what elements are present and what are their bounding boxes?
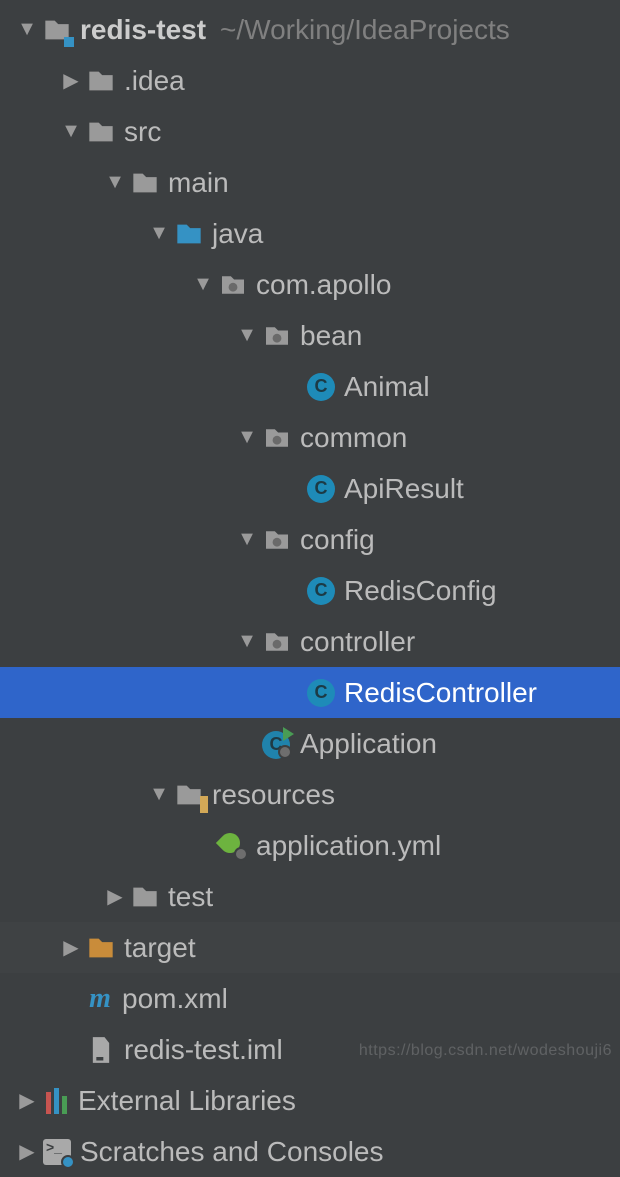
- package-icon: [262, 525, 292, 555]
- expand-arrow-icon[interactable]: ▶: [106, 884, 124, 909]
- tree-node-label: RedisController: [344, 677, 537, 709]
- tree-node-label: src: [124, 116, 161, 148]
- tree-node-pkg[interactable]: ▼ com.apollo: [0, 259, 620, 310]
- expand-arrow-icon[interactable]: ▶: [18, 1139, 36, 1164]
- tree-node-label: Scratches and Consoles: [80, 1136, 384, 1168]
- collapse-arrow-icon[interactable]: ▼: [150, 783, 168, 806]
- tree-node-label: ApiResult: [344, 473, 464, 505]
- tree-node-label: java: [212, 218, 263, 250]
- tree-node-src[interactable]: ▼ src: [0, 106, 620, 157]
- scratches-icon: [42, 1137, 72, 1167]
- tree-node-label: RedisConfig: [344, 575, 497, 607]
- class-icon: C: [306, 678, 336, 708]
- tree-node-scratches[interactable]: ▶ Scratches and Consoles: [0, 1126, 620, 1177]
- package-icon: [262, 627, 292, 657]
- collapse-arrow-icon[interactable]: ▼: [194, 273, 212, 296]
- tree-node-idea[interactable]: ▶ .idea: [0, 55, 620, 106]
- source-folder-icon: [174, 219, 204, 249]
- package-icon: [262, 423, 292, 453]
- tree-node-controller[interactable]: ▼ controller: [0, 616, 620, 667]
- file-icon: [86, 1035, 116, 1065]
- tree-node-resources[interactable]: ▼ resources: [0, 769, 620, 820]
- tree-node-animal[interactable]: C Animal: [0, 361, 620, 412]
- folder-icon: [130, 882, 160, 912]
- spring-config-icon: [218, 831, 248, 861]
- collapse-arrow-icon[interactable]: ▼: [106, 171, 124, 194]
- tree-node-label: bean: [300, 320, 362, 352]
- class-icon: C: [306, 576, 336, 606]
- tree-node-label: application.yml: [256, 830, 441, 862]
- tree-node-label: redis-test: [80, 14, 206, 46]
- tree-node-label: target: [124, 932, 196, 964]
- tree-node-label: resources: [212, 779, 335, 811]
- collapse-arrow-icon[interactable]: ▼: [238, 426, 256, 449]
- tree-node-label: Application: [300, 728, 437, 760]
- folder-icon: [130, 168, 160, 198]
- tree-node-main[interactable]: ▼ main: [0, 157, 620, 208]
- tree-node-config[interactable]: ▼ config: [0, 514, 620, 565]
- collapse-arrow-icon[interactable]: ▼: [238, 324, 256, 347]
- collapse-arrow-icon[interactable]: ▼: [238, 528, 256, 551]
- resources-folder-icon: [174, 780, 204, 810]
- collapse-arrow-icon[interactable]: ▼: [62, 120, 80, 143]
- tree-node-label: test: [168, 881, 213, 913]
- tree-node-libs[interactable]: ▶ External Libraries: [0, 1075, 620, 1126]
- package-icon: [218, 270, 248, 300]
- maven-icon: m: [86, 985, 114, 1013]
- tree-node-appyml[interactable]: application.yml: [0, 820, 620, 871]
- module-folder-icon: [42, 15, 72, 45]
- libraries-icon: [42, 1088, 70, 1114]
- tree-node-label: .idea: [124, 65, 185, 97]
- tree-node-label: External Libraries: [78, 1085, 296, 1117]
- package-icon: [262, 321, 292, 351]
- tree-node-target[interactable]: ▶ target: [0, 922, 620, 973]
- target-folder-icon: [86, 933, 116, 963]
- folder-icon: [86, 66, 116, 96]
- watermark-text: https://blog.csdn.net/wodeshouji6: [359, 1042, 612, 1060]
- collapse-arrow-icon[interactable]: ▼: [238, 630, 256, 653]
- tree-node-label: pom.xml: [122, 983, 228, 1015]
- tree-node-label: redis-test.iml: [124, 1034, 283, 1066]
- tree-node-label: controller: [300, 626, 415, 658]
- folder-icon: [86, 117, 116, 147]
- tree-node-label: main: [168, 167, 229, 199]
- tree-node-rediscontroller[interactable]: C RedisController: [0, 667, 620, 718]
- tree-node-redisconfig[interactable]: C RedisConfig: [0, 565, 620, 616]
- collapse-arrow-icon[interactable]: ▼: [18, 18, 36, 41]
- tree-node-java[interactable]: ▼ java: [0, 208, 620, 259]
- expand-arrow-icon[interactable]: ▶: [62, 68, 80, 93]
- tree-node-root[interactable]: ▼ redis-test ~/Working/IdeaProjects: [0, 4, 620, 55]
- application-icon: C: [262, 729, 292, 759]
- expand-arrow-icon[interactable]: ▶: [18, 1088, 36, 1113]
- path-hint: ~/Working/IdeaProjects: [220, 14, 510, 46]
- tree-node-apiresult[interactable]: C ApiResult: [0, 463, 620, 514]
- class-icon: C: [306, 372, 336, 402]
- tree-node-label: com.apollo: [256, 269, 391, 301]
- tree-node-common[interactable]: ▼ common: [0, 412, 620, 463]
- tree-node-bean[interactable]: ▼ bean: [0, 310, 620, 361]
- collapse-arrow-icon[interactable]: ▼: [150, 222, 168, 245]
- tree-node-application[interactable]: C Application: [0, 718, 620, 769]
- expand-arrow-icon[interactable]: ▶: [62, 935, 80, 960]
- tree-node-label: common: [300, 422, 407, 454]
- tree-node-pom[interactable]: m pom.xml: [0, 973, 620, 1024]
- class-icon: C: [306, 474, 336, 504]
- tree-node-test[interactable]: ▶ test: [0, 871, 620, 922]
- tree-node-label: Animal: [344, 371, 430, 403]
- tree-node-label: config: [300, 524, 375, 556]
